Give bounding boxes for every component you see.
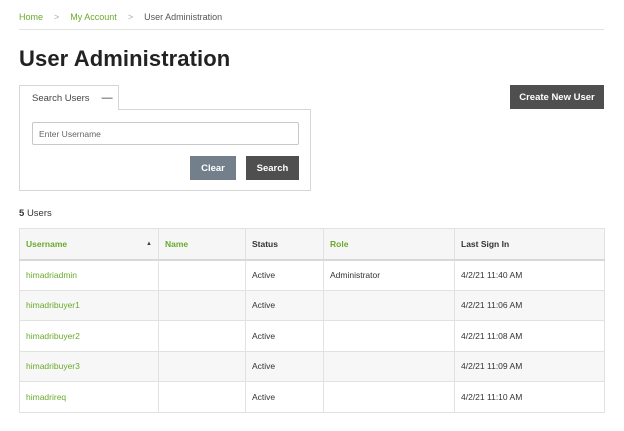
name-cell [158, 289, 246, 321]
breadcrumb-home-link[interactable]: Home [19, 12, 43, 22]
last-sign-in-cell: 4/2/21 11:08 AM [454, 320, 605, 352]
username-link[interactable]: himadribuyer1 [19, 289, 159, 321]
role-cell [323, 381, 455, 413]
user-count: 5 Users [19, 208, 52, 219]
tab-search-users[interactable]: Search Users — [19, 85, 119, 110]
column-header-username[interactable]: Username ▲ [19, 228, 159, 261]
search-button[interactable]: Search [246, 156, 299, 180]
username-link[interactable]: himadribuyer2 [19, 320, 159, 352]
column-header-last-sign-in: Last Sign In [454, 228, 605, 261]
status-cell: Active [245, 289, 324, 321]
status-cell: Active [245, 350, 324, 382]
username-link[interactable]: himadriadmin [19, 259, 159, 291]
status-cell: Active [245, 259, 324, 291]
users-table: Username ▲ Name Status Role Last Sign In… [19, 228, 605, 413]
last-sign-in-cell: 4/2/21 11:40 AM [454, 259, 605, 291]
header-divider [19, 29, 604, 30]
collapse-icon[interactable]: — [102, 92, 113, 104]
username-search-input[interactable] [32, 122, 299, 145]
table-row: himadribuyer3 Active 4/2/21 11:09 AM [19, 350, 605, 382]
column-header-name[interactable]: Name [158, 228, 246, 261]
last-sign-in-cell: 4/2/21 11:06 AM [454, 289, 605, 321]
table-header-row: Username ▲ Name Status Role Last Sign In [19, 228, 605, 261]
name-cell [158, 259, 246, 291]
table-row: himadrireq Active 4/2/21 11:10 AM [19, 381, 605, 413]
role-cell [323, 320, 455, 352]
role-cell: Administrator [323, 259, 455, 291]
breadcrumb-my-account-link[interactable]: My Account [70, 12, 117, 22]
breadcrumb-separator-icon: > [54, 12, 60, 22]
breadcrumb: Home > My Account > User Administration [19, 12, 222, 22]
column-header-role[interactable]: Role [323, 228, 455, 261]
last-sign-in-cell: 4/2/21 11:10 AM [454, 381, 605, 413]
search-panel: Clear Search [19, 109, 311, 191]
name-cell [158, 320, 246, 352]
role-cell [323, 350, 455, 382]
sort-ascending-icon[interactable]: ▲ [146, 241, 152, 247]
clear-button[interactable]: Clear [190, 156, 236, 180]
column-header-username-label: Username [26, 238, 68, 249]
role-cell [323, 289, 455, 321]
page-title: User Administration [19, 46, 231, 71]
last-sign-in-cell: 4/2/21 11:09 AM [454, 350, 605, 382]
column-header-status: Status [245, 228, 324, 261]
username-link[interactable]: himadrireq [19, 381, 159, 413]
breadcrumb-separator-icon: > [127, 12, 134, 22]
user-count-number: 5 [19, 208, 25, 219]
status-cell: Active [245, 381, 324, 413]
create-new-user-button[interactable]: Create New User [510, 85, 604, 109]
username-link[interactable]: himadribuyer3 [19, 350, 159, 382]
tab-search-users-label: Search Users [32, 92, 90, 104]
user-count-label: Users [26, 208, 52, 219]
status-cell: Active [245, 320, 324, 352]
name-cell [158, 381, 246, 413]
breadcrumb-current: User Administration [144, 12, 223, 22]
table-row: himadriadmin Active Administrator 4/2/21… [19, 259, 605, 291]
table-row: himadribuyer1 Active 4/2/21 11:06 AM [19, 289, 605, 321]
name-cell [158, 350, 246, 382]
table-row: himadribuyer2 Active 4/2/21 11:08 AM [19, 320, 605, 352]
